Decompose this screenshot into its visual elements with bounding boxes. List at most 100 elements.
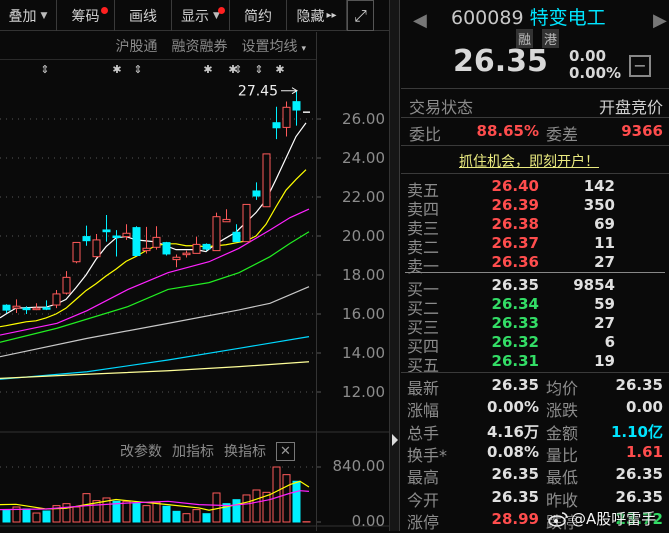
stat-label: 均价	[546, 375, 578, 399]
edit-params-button[interactable]: 改参数	[120, 441, 162, 461]
stock-code: 600089	[451, 7, 524, 29]
stat-value: 0.00%	[461, 398, 539, 416]
volume-bar	[73, 507, 80, 522]
volume-bar	[283, 475, 290, 522]
stock-name: 特变电工	[530, 7, 606, 29]
weibo-logo-icon	[548, 511, 568, 527]
add-indicator-button[interactable]: 加指标	[172, 441, 214, 461]
divider	[401, 117, 669, 118]
stat-value: 0.08%	[461, 443, 539, 461]
ask-price: 26.39	[467, 196, 539, 214]
stat-label: 量比	[546, 442, 578, 466]
divider	[401, 372, 669, 373]
bid-price: 26.34	[467, 295, 539, 313]
candle-body	[133, 228, 140, 256]
ma-line-MA5	[0, 123, 306, 318]
candle-body	[23, 308, 30, 310]
volume-bar	[43, 511, 50, 522]
event-marker-icon: ✱	[275, 63, 284, 76]
candle-body	[253, 191, 260, 196]
ask-volume: 11	[551, 234, 615, 252]
open-account-link[interactable]: 抓住机会，即刻开户！	[459, 151, 599, 171]
volume-bar	[213, 493, 220, 522]
volume-bar	[293, 481, 300, 522]
ma-line-MA120	[0, 337, 309, 380]
bid-price: 26.32	[467, 333, 539, 351]
order-diff-value: 9366	[601, 122, 663, 140]
bid-volume: 59	[551, 295, 615, 313]
candle-body	[183, 253, 190, 255]
volume-bar	[163, 506, 170, 522]
price-tick-label: 14.00	[330, 344, 385, 362]
prev-stock-arrow-icon[interactable]: ◀	[413, 10, 427, 31]
price-tick-label: 22.00	[330, 188, 385, 206]
remove-watchlist-button[interactable]: −	[629, 55, 651, 77]
ma-line-MA60	[0, 287, 309, 357]
volume-tick-label: 0.00	[330, 512, 385, 530]
price-tick-label: 26.00	[330, 110, 385, 128]
candle-body	[13, 306, 20, 308]
scrollbar[interactable]	[390, 0, 400, 531]
volume-header: 改参数 加指标 换指标 ✕	[120, 441, 295, 461]
stock-title: 600089 特变电工	[451, 3, 606, 30]
event-marker-icon: ⇕	[233, 63, 242, 76]
divider	[401, 145, 669, 146]
status-label: 交易状态	[409, 94, 473, 118]
stat-value: 4.16万	[461, 421, 539, 442]
volume-bar	[233, 500, 240, 522]
candle-body	[143, 248, 150, 250]
stat-label: 换手*	[407, 442, 447, 466]
price-tick-label: 20.00	[330, 227, 385, 245]
candle-body	[153, 237, 160, 247]
divider	[405, 272, 665, 273]
divider	[316, 32, 317, 531]
ask-price: 26.40	[467, 177, 539, 195]
candle-body	[63, 277, 70, 293]
bid-volume: 6	[551, 333, 615, 351]
candle-body	[113, 236, 120, 238]
bid-volume: 27	[551, 314, 615, 332]
candle-body	[53, 294, 60, 305]
stat-label: 涨跌	[546, 397, 578, 421]
candle-body	[293, 102, 300, 110]
collapse-arrow-icon[interactable]	[392, 434, 398, 446]
watermark-text: @A股呼雷手	[571, 508, 656, 529]
ask-volume: 27	[551, 253, 615, 271]
close-icon[interactable]: ✕	[276, 442, 295, 461]
volume-bar	[3, 510, 10, 522]
stat-label: 最高	[407, 464, 439, 488]
candle-body	[83, 237, 90, 241]
stat-label: 总手	[407, 420, 439, 444]
divider	[401, 88, 669, 89]
volume-bar	[193, 510, 200, 522]
candle-body	[273, 123, 280, 128]
status-value: 开盘竞价	[599, 94, 663, 118]
arrow-right-icon	[281, 88, 297, 94]
event-marker-icon: ✱	[203, 63, 212, 76]
stat-value: 26.35	[461, 376, 539, 394]
ask-price: 26.36	[467, 253, 539, 271]
price-change-pct: 0.00%	[569, 64, 621, 82]
candle-body	[43, 308, 50, 310]
stat-value: 26.35	[461, 465, 539, 483]
price-tick-label: 18.00	[330, 266, 385, 284]
volume-bar	[33, 513, 40, 522]
candle-body	[33, 308, 40, 310]
ask-price: 26.37	[467, 234, 539, 252]
stat-label: 今开	[407, 487, 439, 511]
next-stock-arrow-icon[interactable]: ▶	[653, 10, 667, 31]
watermark: @A股呼雷手	[548, 508, 656, 529]
volume-bar	[203, 514, 210, 522]
stat-value: 1.61	[591, 443, 663, 461]
switch-indicator-button[interactable]: 换指标	[224, 441, 266, 461]
ask-level-label: 卖一	[407, 253, 439, 277]
volume-bar	[243, 495, 250, 522]
candle-body	[223, 219, 230, 221]
candle-body	[3, 305, 10, 310]
price-tick-label: 16.00	[330, 305, 385, 323]
ask-volume: 350	[551, 196, 615, 214]
volume-bar	[23, 509, 30, 522]
stat-label: 最低	[546, 464, 578, 488]
price-change: 0.00	[569, 47, 606, 65]
stat-label: 涨幅	[407, 397, 439, 421]
